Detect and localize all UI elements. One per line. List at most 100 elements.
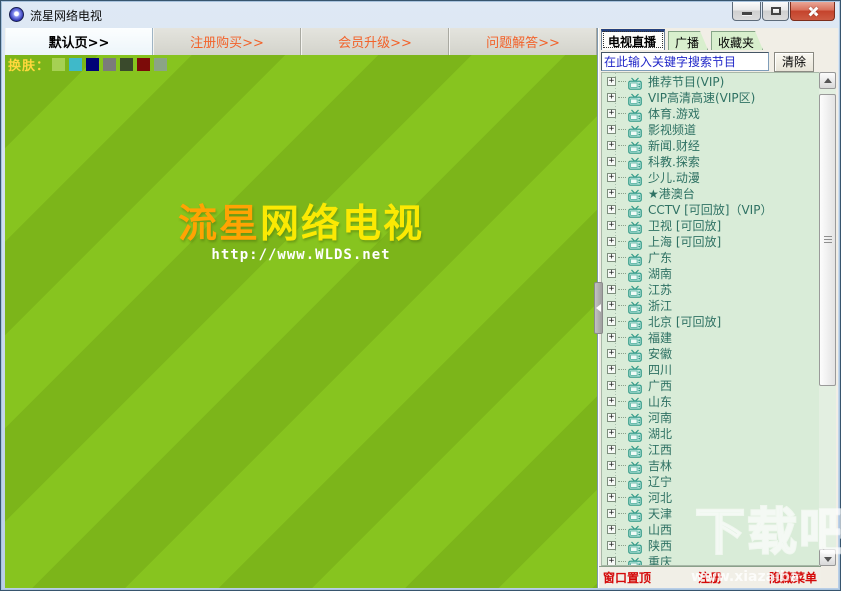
expand-icon[interactable]: +: [607, 124, 616, 134]
expand-icon[interactable]: +: [607, 156, 616, 166]
tab-register-purchase[interactable]: 注册购买>>: [153, 28, 301, 55]
titlebar[interactable]: 流星网络电视: [1, 1, 840, 28]
skin-swatch[interactable]: [86, 57, 100, 71]
tree-item[interactable]: + 上海 [可回放]: [602, 233, 835, 250]
expand-icon[interactable]: +: [607, 252, 616, 262]
tree-item[interactable]: + 四川: [602, 361, 835, 378]
tree-item[interactable]: + 山东: [602, 393, 835, 410]
tree-scrollbar[interactable]: [819, 72, 836, 566]
search-input[interactable]: [601, 52, 769, 71]
tree-item[interactable]: + 陕西: [602, 537, 835, 554]
skin-swatch[interactable]: [103, 57, 117, 71]
tree-item[interactable]: + VIP高清高速(VIP区): [602, 89, 835, 106]
skin-swatch[interactable]: [154, 57, 168, 71]
clear-button[interactable]: 清除: [774, 51, 814, 72]
expand-icon[interactable]: +: [607, 524, 616, 534]
close-button[interactable]: [790, 2, 835, 21]
expand-icon[interactable]: +: [607, 556, 616, 565]
tree-item[interactable]: + 湖北: [602, 425, 835, 442]
skin-swatch[interactable]: [137, 57, 151, 71]
app-window: 流星网络电视 默认页>> 注册购买>> 会员升级>> 问题解答>> 换肤： 流星…: [0, 0, 841, 591]
tree-item[interactable]: + 影视频道: [602, 121, 835, 138]
expand-icon[interactable]: +: [607, 396, 616, 406]
tab-default-page[interactable]: 默认页>>: [5, 28, 153, 55]
channel-category-label: 体育.游戏: [648, 106, 700, 121]
tree-item[interactable]: + 广西: [602, 377, 835, 394]
app-icon[interactable]: [9, 7, 24, 22]
tv-icon: [628, 171, 642, 186]
tree-item[interactable]: + 广东: [602, 249, 835, 266]
expand-icon[interactable]: +: [607, 236, 616, 246]
tree-item[interactable]: + CCTV [可回放]（VIP）: [602, 201, 835, 218]
expand-icon[interactable]: +: [607, 268, 616, 278]
tab-member-upgrade[interactable]: 会员升级>>: [301, 28, 449, 55]
minimize-button[interactable]: [732, 2, 761, 21]
tab-radio[interactable]: 广播: [668, 31, 708, 50]
expand-icon[interactable]: +: [607, 108, 616, 118]
expand-icon[interactable]: +: [607, 348, 616, 358]
tree-item[interactable]: + 河南: [602, 409, 835, 426]
expand-icon[interactable]: +: [607, 492, 616, 502]
tree-item[interactable]: + 江苏: [602, 281, 835, 298]
expand-icon[interactable]: +: [607, 172, 616, 182]
tree-item[interactable]: + 北京 [可回放]: [602, 313, 835, 330]
expand-icon[interactable]: +: [607, 476, 616, 486]
tree-item[interactable]: + ★港澳台: [602, 185, 835, 202]
scroll-down-button[interactable]: [819, 549, 836, 566]
tree-item[interactable]: + 安徽: [602, 345, 835, 362]
expand-icon[interactable]: +: [607, 364, 616, 374]
tree-item[interactable]: + 少儿.动漫: [602, 169, 835, 186]
tab-favorites[interactable]: 收藏夹: [711, 31, 763, 50]
expand-icon[interactable]: +: [607, 428, 616, 438]
tree-item[interactable]: + 浙江: [602, 297, 835, 314]
tab-faq[interactable]: 问题解答>>: [449, 28, 597, 55]
hide-menu-link[interactable]: 隐藏菜单: [769, 569, 817, 586]
tree-item[interactable]: + 重庆: [602, 553, 835, 565]
skin-swatch[interactable]: [120, 57, 134, 71]
tree-item[interactable]: + 卫视 [可回放]: [602, 217, 835, 234]
tree-connector: [618, 400, 626, 402]
tree-item[interactable]: + 推荐节目(VIP): [602, 73, 835, 90]
expand-icon[interactable]: +: [607, 380, 616, 390]
window-title: 流星网络电视: [30, 9, 103, 23]
tree-item[interactable]: + 河北: [602, 489, 835, 506]
tv-icon: [628, 379, 642, 394]
channel-category-label: 安徽: [648, 346, 673, 361]
pin-window-link[interactable]: 窗口置顶: [603, 569, 651, 586]
expand-icon[interactable]: +: [607, 300, 616, 310]
tree-item[interactable]: + 科教.探索: [602, 153, 835, 170]
tree-item[interactable]: + 辽宁: [602, 473, 835, 490]
tree-item[interactable]: + 新闻.财经: [602, 137, 835, 154]
maximize-button[interactable]: [762, 2, 789, 21]
tree-item[interactable]: + 山西: [602, 521, 835, 538]
tab-live-tv[interactable]: 电视直播: [601, 29, 666, 50]
tree-item[interactable]: + 体育.游戏: [602, 105, 835, 122]
scrollbar-thumb[interactable]: [819, 94, 836, 386]
channel-category-label: 山东: [648, 394, 673, 409]
tree-item[interactable]: + 天津: [602, 505, 835, 522]
expand-icon[interactable]: +: [607, 540, 616, 550]
tree-item[interactable]: + 湖南: [602, 265, 835, 282]
register-link[interactable]: 注册: [698, 569, 722, 586]
expand-icon[interactable]: +: [607, 204, 616, 214]
skin-swatch[interactable]: [69, 57, 83, 71]
expand-icon[interactable]: +: [607, 444, 616, 454]
expand-icon[interactable]: +: [607, 76, 616, 86]
skin-swatch[interactable]: [52, 57, 66, 71]
panel-collapse-handle[interactable]: [594, 282, 603, 334]
expand-icon[interactable]: +: [607, 412, 616, 422]
expand-icon[interactable]: +: [607, 316, 616, 326]
expand-icon[interactable]: +: [607, 188, 616, 198]
expand-icon[interactable]: +: [607, 508, 616, 518]
expand-icon[interactable]: +: [607, 140, 616, 150]
tree-item[interactable]: + 江西: [602, 441, 835, 458]
expand-icon[interactable]: +: [607, 460, 616, 470]
scroll-up-button[interactable]: [819, 72, 836, 89]
expand-icon[interactable]: +: [607, 284, 616, 294]
expand-icon[interactable]: +: [607, 92, 616, 102]
tree-item[interactable]: + 吉林: [602, 457, 835, 474]
expand-icon[interactable]: +: [607, 220, 616, 230]
tree-item[interactable]: + 福建: [602, 329, 835, 346]
tree-connector: [618, 224, 626, 226]
expand-icon[interactable]: +: [607, 332, 616, 342]
